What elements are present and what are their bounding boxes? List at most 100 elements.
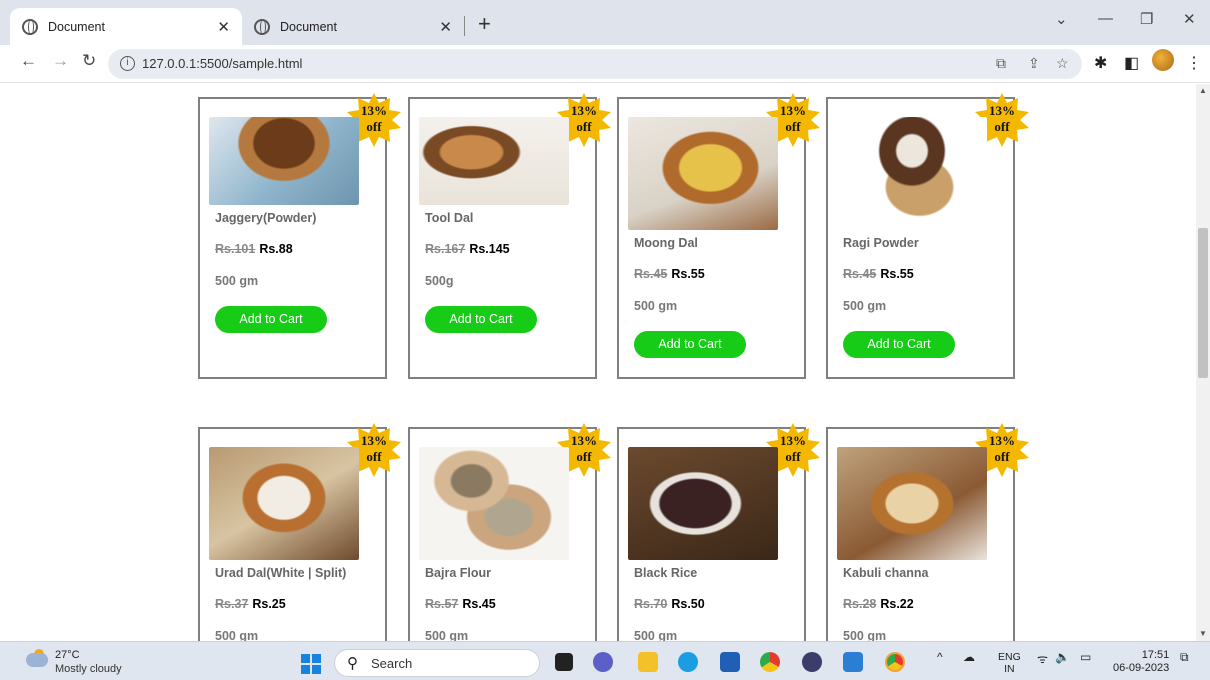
share-icon[interactable]: ⇪ [1028, 55, 1040, 72]
back-arrow-icon[interactable]: ← [20, 51, 37, 71]
product-quantity: 500 gm [634, 299, 678, 313]
task-view-icon[interactable] [555, 653, 573, 671]
product-price: Rs.70 Rs.50 [634, 597, 705, 611]
browser-toolbar: ← → ↻ i 127.0.0.1:5500/sample.html ⧉ ⇪ ☆… [0, 45, 1210, 83]
product-name: Moong Dal [634, 236, 698, 250]
tab-document[interactable]: Document ✕ [242, 8, 464, 45]
volume-icon[interactable]: 🔈 [1055, 650, 1070, 664]
close-tab-icon[interactable]: ✕ [439, 18, 452, 36]
search-icon: ⚲ [347, 655, 358, 672]
tab-search-chevron-icon[interactable]: ⌄ [1055, 10, 1068, 28]
old-price: Rs.167 [425, 242, 466, 256]
edge-icon[interactable] [678, 652, 698, 672]
product-image [209, 117, 359, 205]
vscode-icon[interactable] [843, 652, 863, 672]
product-card: 13% off Ragi Powder Rs.45 Rs.55 500 gm Add… [826, 93, 1029, 379]
close-window-button[interactable]: ✕ [1183, 10, 1196, 28]
battery-icon[interactable]: ▭ [1080, 650, 1091, 664]
old-price: Rs.37 [215, 597, 249, 611]
add-to-cart-button[interactable]: Add to Cart [843, 331, 955, 358]
new-price: Rs.45 [462, 597, 496, 611]
notification-icon[interactable]: ⧉ [1180, 650, 1189, 665]
new-tab-button[interactable]: + [478, 11, 491, 37]
add-to-cart-button[interactable]: Add to Cart [634, 331, 746, 358]
onedrive-cloud-icon[interactable]: ☁ [963, 650, 975, 664]
product-card: 13% off Tool Dal Rs.167 Rs.145 500g Add to… [408, 93, 611, 379]
windows-start-icon[interactable] [301, 654, 321, 674]
scroll-up-arrow-icon[interactable]: ▲ [1199, 86, 1207, 95]
bookmark-star-icon[interactable]: ☆ [1056, 55, 1069, 72]
product-price: Rs.45 Rs.55 [843, 267, 914, 281]
product-name: Urad Dal(White | Split) [215, 566, 347, 580]
old-price: Rs.45 [634, 267, 668, 281]
wifi-icon[interactable]: ᯤ [1037, 650, 1048, 667]
new-price: Rs.145 [469, 242, 510, 256]
product-card: 13% off Jaggery(Powder) Rs.101 Rs.88 500 g… [198, 93, 401, 379]
weather-temperature: 27°C [55, 649, 80, 661]
product-card: 13% off Kabuli channa Rs.28 Rs.22 500 gm [826, 423, 1029, 641]
side-panel-icon[interactable]: ◧ [1124, 53, 1139, 73]
tab-title: Document [280, 19, 337, 34]
store-icon[interactable] [720, 652, 740, 672]
add-to-cart-button[interactable]: Add to Cart [425, 306, 537, 333]
chrome-icon[interactable] [760, 652, 780, 672]
taskbar-search[interactable]: ⚲ Search [334, 649, 540, 677]
product-card: 13% off Urad Dal(White | Split) Rs.37 Rs.2… [198, 423, 401, 641]
new-price: Rs.55 [880, 267, 914, 281]
add-to-cart-button[interactable]: Add to Cart [215, 306, 327, 333]
language-indicator[interactable]: ENG IN [998, 651, 1021, 675]
translate-icon[interactable]: ⧉ [996, 55, 1006, 72]
tab-document-active[interactable]: Document ✕ [10, 8, 242, 45]
url-text[interactable]: 127.0.0.1:5500/sample.html [142, 56, 302, 71]
page-content: 13% off Jaggery(Powder) Rs.101 Rs.88 500 g… [0, 84, 1196, 641]
region-code: IN [1004, 663, 1015, 675]
product-card: 13% off Moong Dal Rs.45 Rs.55 500 gm Add t… [617, 93, 820, 379]
file-explorer-icon[interactable] [638, 652, 658, 672]
site-info-icon[interactable]: i [120, 56, 135, 71]
new-price: Rs.22 [880, 597, 914, 611]
language-code: ENG [998, 651, 1021, 663]
search-placeholder: Search [371, 656, 413, 671]
cloud-icon [26, 653, 48, 667]
page-scrollbar[interactable]: ▲ ▼ [1196, 84, 1210, 641]
old-price: Rs.57 [425, 597, 459, 611]
product-name: Jaggery(Powder) [215, 211, 317, 225]
chrome-profile-icon[interactable] [885, 652, 905, 672]
product-card: 13% off Black Rice Rs.70 Rs.50 500 gm [617, 423, 820, 641]
system-clock[interactable]: 17:51 06-09-2023 [1113, 649, 1169, 675]
product-name: Bajra Flour [425, 566, 491, 580]
product-quantity: 500 gm [843, 299, 887, 313]
product-quantity: 500 gm [843, 629, 887, 641]
restore-button[interactable]: ❐ [1140, 10, 1153, 28]
minimize-button[interactable]: — [1098, 10, 1113, 27]
new-price: Rs.25 [252, 597, 286, 611]
product-image [837, 447, 987, 560]
close-tab-icon[interactable]: ✕ [217, 18, 230, 36]
scroll-down-arrow-icon[interactable]: ▼ [1199, 629, 1207, 638]
profile-avatar[interactable] [1152, 49, 1174, 71]
product-price: Rs.57 Rs.45 [425, 597, 496, 611]
product-image [419, 447, 569, 560]
clock-time: 17:51 [1141, 649, 1170, 661]
scrollbar-thumb[interactable] [1198, 228, 1208, 378]
product-card: 13% off Bajra Flour Rs.57 Rs.45 500 gm [408, 423, 611, 641]
new-price: Rs.88 [259, 242, 293, 256]
product-quantity: 500 gm [215, 629, 259, 641]
chat-icon[interactable] [593, 652, 613, 672]
product-price: Rs.167 Rs.145 [425, 242, 510, 256]
app-icon[interactable] [802, 652, 822, 672]
tab-separator [464, 16, 465, 36]
browser-tab-bar: Document ✕ Document ✕ + ⌄ — ❐ ✕ [0, 0, 1210, 45]
menu-dots-icon[interactable]: ⋮ [1186, 53, 1202, 73]
address-bar[interactable]: i 127.0.0.1:5500/sample.html ⧉ ⇪ ☆ [108, 49, 1082, 79]
extensions-puzzle-icon[interactable]: ✱ [1094, 53, 1107, 73]
old-price: Rs.45 [843, 267, 877, 281]
product-price: Rs.45 Rs.55 [634, 267, 705, 281]
product-quantity: 500 gm [634, 629, 678, 641]
product-image [419, 117, 569, 205]
reload-icon[interactable]: ↻ [82, 51, 96, 71]
old-price: Rs.70 [634, 597, 668, 611]
show-hidden-icons-chevron-icon[interactable]: ^ [937, 650, 943, 664]
product-image [209, 447, 359, 560]
forward-arrow-icon[interactable]: → [52, 51, 69, 71]
